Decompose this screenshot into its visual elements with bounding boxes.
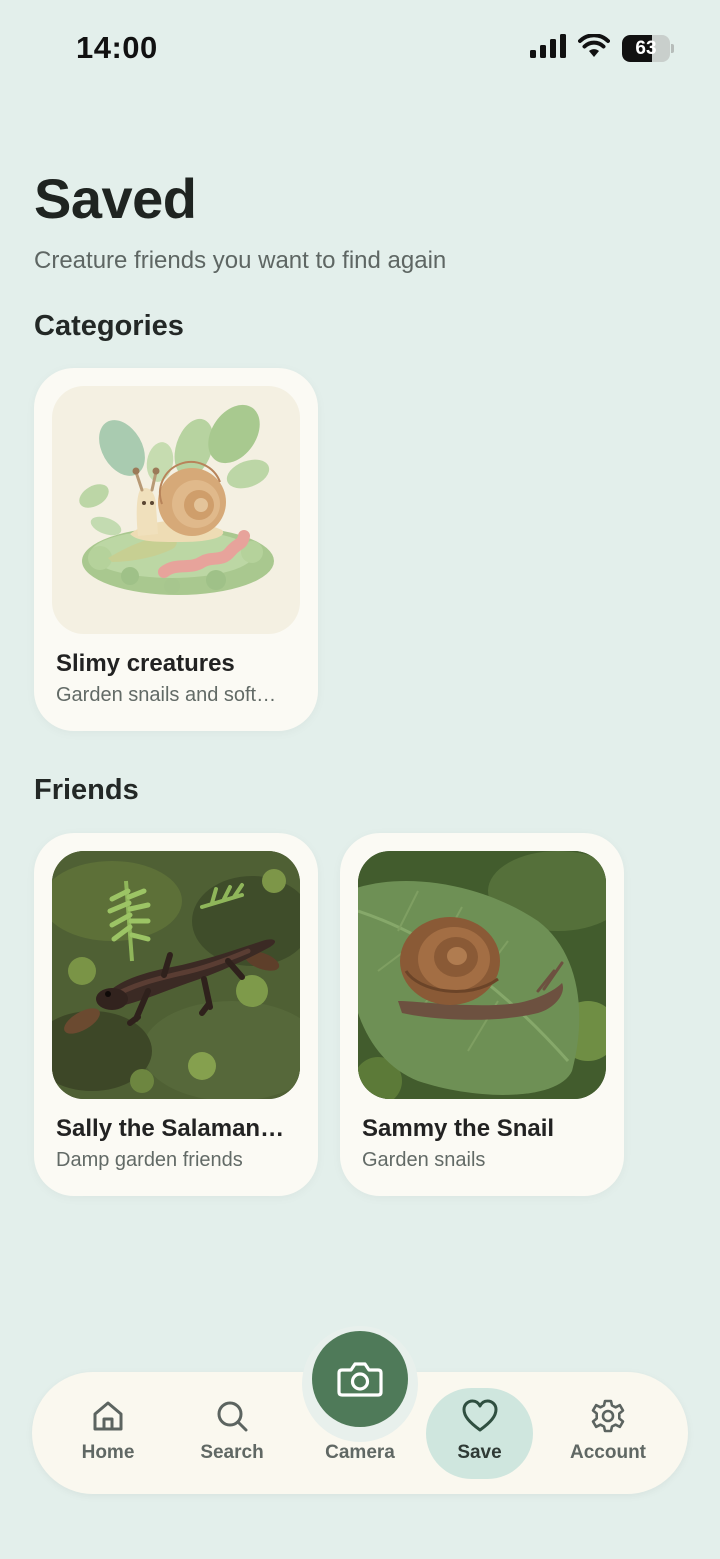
slimy-creatures-illustration (52, 386, 300, 634)
nav-search-label: Search (200, 1442, 264, 1463)
wifi-icon (578, 33, 610, 63)
status-time: 14:00 (76, 30, 158, 65)
nav-account[interactable]: Account (560, 1372, 656, 1494)
friend-title: Sally the Salaman… (56, 1115, 285, 1142)
friend-subtitle: Damp garden friends (56, 1149, 243, 1171)
categories-heading: Categories (34, 310, 184, 342)
cellular-signal-icon (530, 34, 566, 63)
home-icon (93, 1401, 123, 1431)
gear-icon (591, 1399, 625, 1433)
heart-icon (462, 1399, 497, 1432)
nav-camera-label: Camera (325, 1442, 395, 1463)
friend-title: Sammy the Snail (362, 1115, 555, 1142)
page-title: Saved (34, 167, 197, 230)
camera-button[interactable] (312, 1331, 408, 1427)
status-bar: 14:00 63 (0, 0, 720, 96)
nav-search[interactable]: Search (190, 1372, 274, 1494)
nav-account-label: Account (570, 1442, 646, 1463)
category-subtitle: Garden snails and soft… (56, 684, 277, 706)
friend-subtitle: Garden snails (362, 1149, 486, 1171)
category-title: Slimy creatures (56, 650, 235, 677)
category-card-slimy-creatures[interactable]: Slimy creatures Garden snails and soft… (34, 368, 318, 731)
camera-icon (337, 1362, 383, 1397)
friend-card-sally[interactable]: Sally the Salaman… Damp garden friends (34, 833, 318, 1196)
nav-home[interactable]: Home (68, 1372, 148, 1494)
friend-card-sammy[interactable]: Sammy the Snail Garden snails (340, 833, 624, 1196)
status-icons: 63 (530, 33, 674, 63)
battery-level: 63 (635, 38, 657, 59)
nav-save[interactable]: Save (434, 1372, 525, 1494)
snail-photo (358, 851, 606, 1099)
nav-save-label: Save (457, 1442, 502, 1463)
nav-home-label: Home (81, 1442, 135, 1463)
battery-icon: 63 (622, 35, 674, 62)
salamander-photo (52, 851, 300, 1099)
friends-heading: Friends (34, 774, 139, 806)
page-subtitle: Creature friends you want to find again (34, 247, 447, 274)
search-icon (217, 1401, 248, 1432)
